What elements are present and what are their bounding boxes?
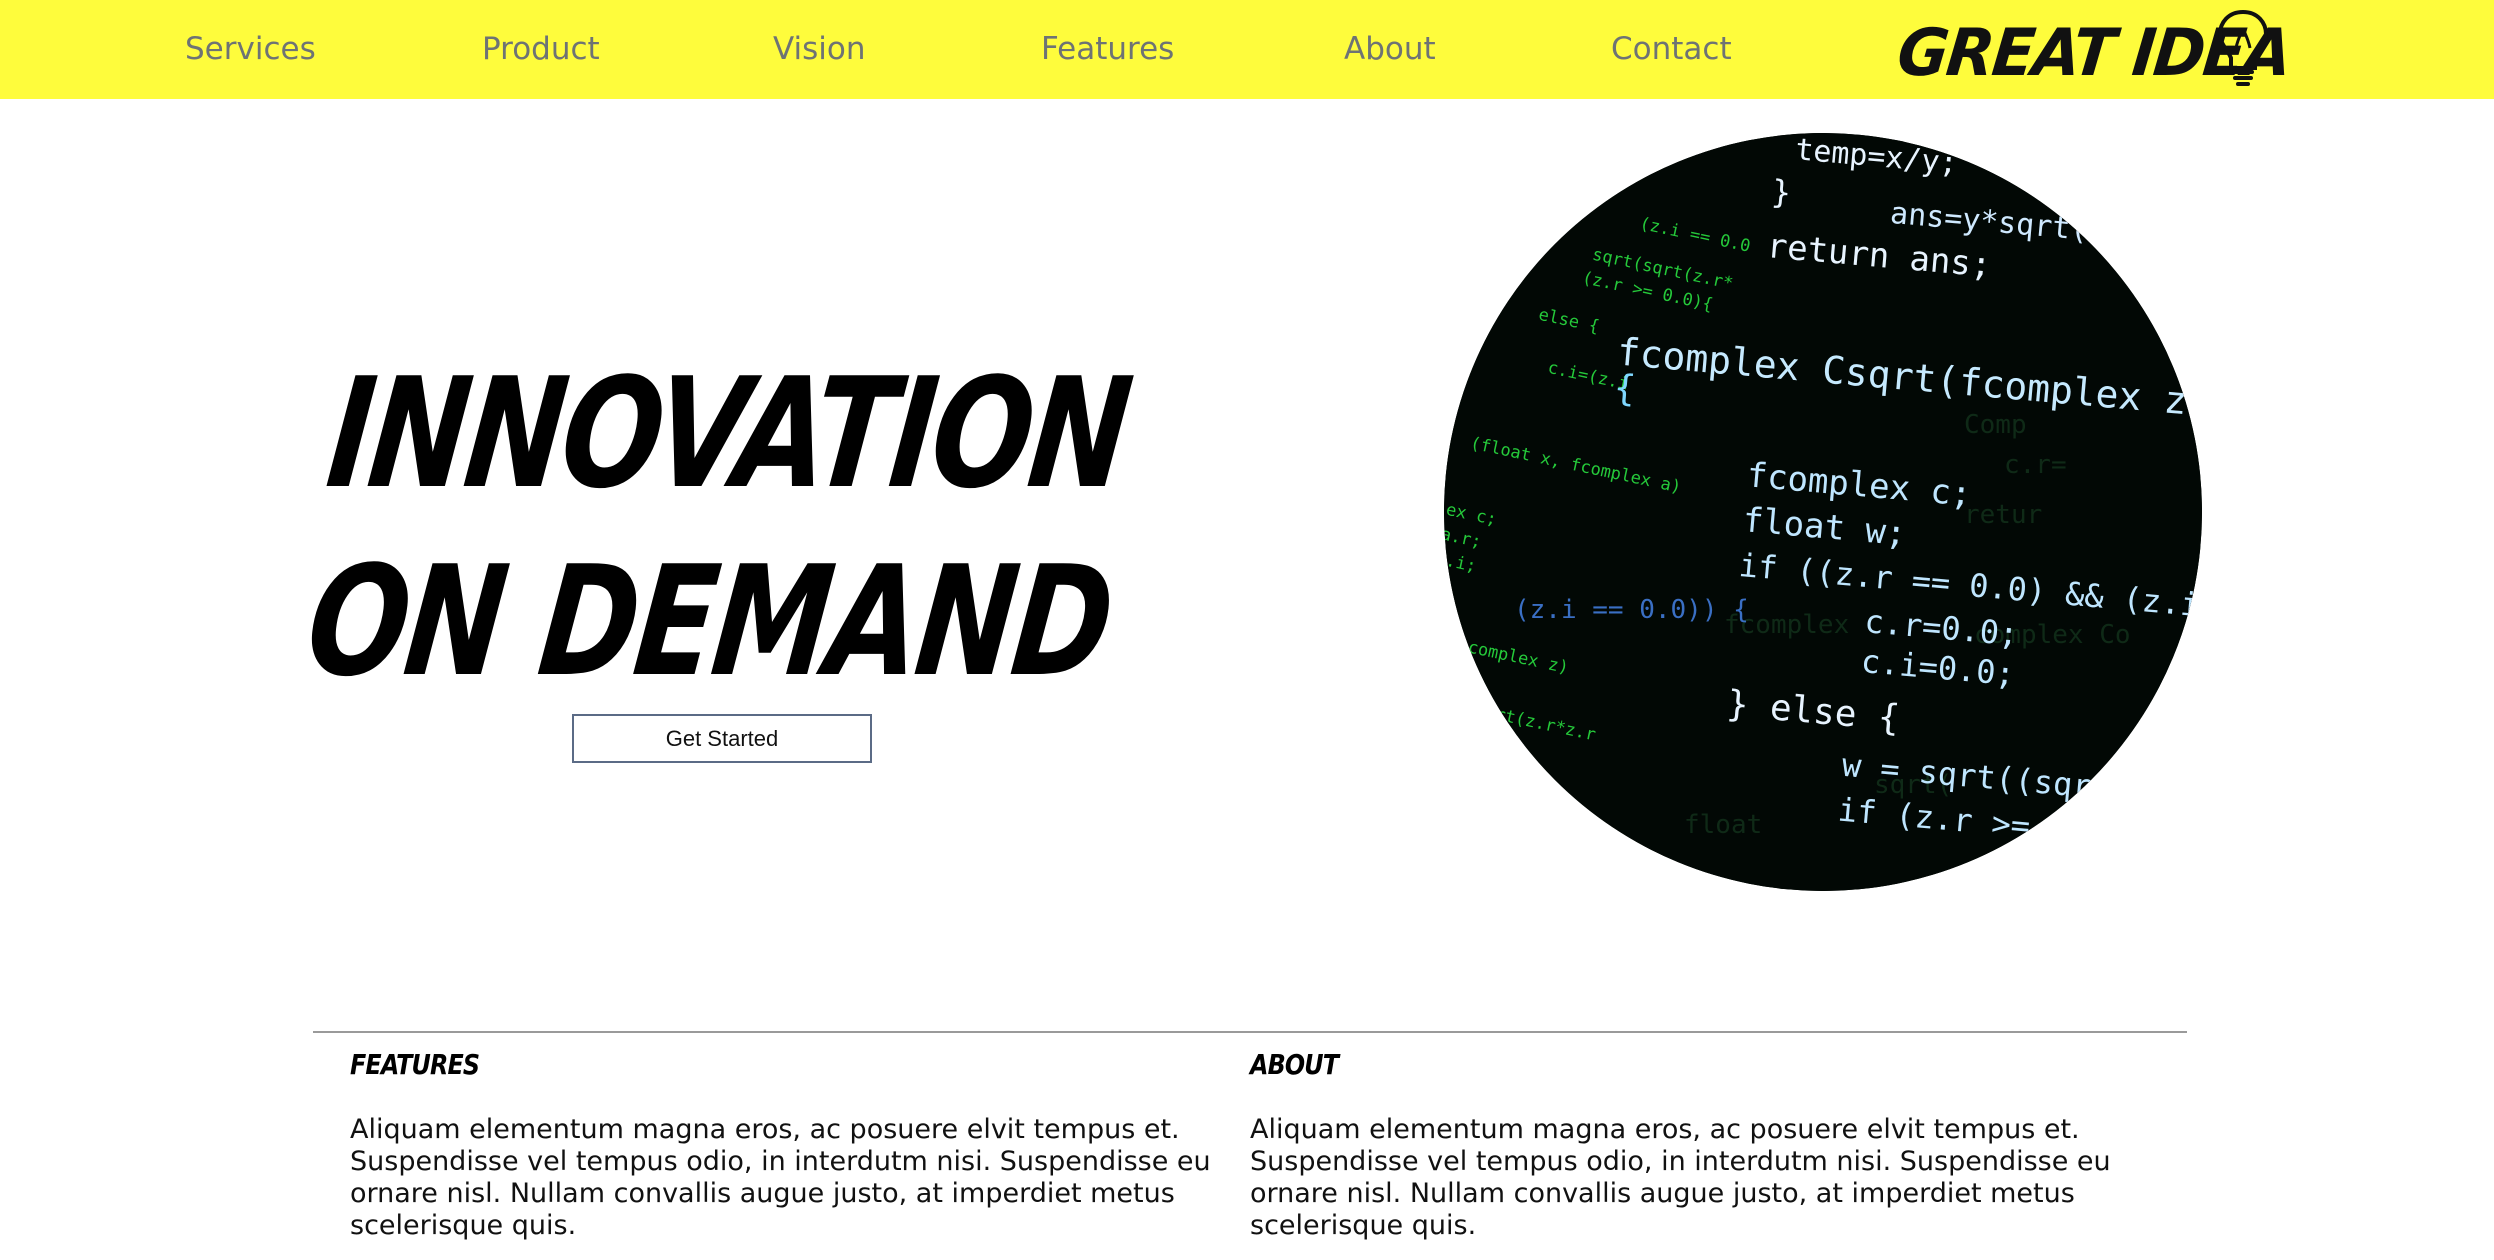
nav-link-features[interactable]: Features (1041, 24, 1174, 74)
code-screen-image: Comp c.r= retur complex Co fcomplex floa… (1444, 133, 2202, 891)
svg-text:{: { (1612, 367, 1637, 410)
logo[interactable]: GREAT IDEA (1894, 8, 2294, 92)
nav-link-product[interactable]: Product (482, 24, 600, 74)
get-started-button[interactable]: Get Started (572, 714, 872, 763)
svg-text:retur: retur (1964, 500, 2042, 530)
svg-text:float: float (1684, 810, 1762, 840)
top-navbar: Services Product Vision Features About C… (0, 0, 2494, 99)
svg-text:Comp: Comp (1964, 410, 2027, 440)
svg-text:z.r*z.r: z.r*z.r (1455, 737, 1529, 771)
svg-text:c.r: c.r (1992, 852, 2049, 891)
about-heading: ABOUT (1250, 1048, 1339, 1081)
svg-text:c.r=: c.r= (2004, 450, 2067, 480)
about-body: Aliquam elementum magna eros, ac posuere… (1250, 1114, 2111, 1241)
svg-text:}: } (1770, 172, 1793, 212)
hero-headline: INNOVATION ON DEMAND (299, 340, 1137, 716)
section-divider (313, 1031, 2187, 1033)
features-heading: FEATURES (350, 1048, 480, 1081)
svg-text:(z.i == 0.0)) {: (z.i == 0.0)) { (1514, 595, 1749, 625)
headline-line-2: ON DEMAND (299, 533, 1119, 710)
headline-line-1: INNOVATION (320, 345, 1137, 522)
nav-link-services[interactable]: Services (185, 24, 316, 74)
nav-link-about[interactable]: About (1344, 24, 1436, 74)
nav-link-contact[interactable]: Contact (1611, 24, 1732, 74)
code-screen-graphic: Comp c.r= retur complex Co fcomplex floa… (1444, 133, 2202, 891)
lightbulb-icon (2217, 9, 2269, 86)
nav-link-vision[interactable]: Vision (773, 24, 866, 74)
features-body: Aliquam elementum magna eros, ac posuere… (350, 1114, 1211, 1241)
